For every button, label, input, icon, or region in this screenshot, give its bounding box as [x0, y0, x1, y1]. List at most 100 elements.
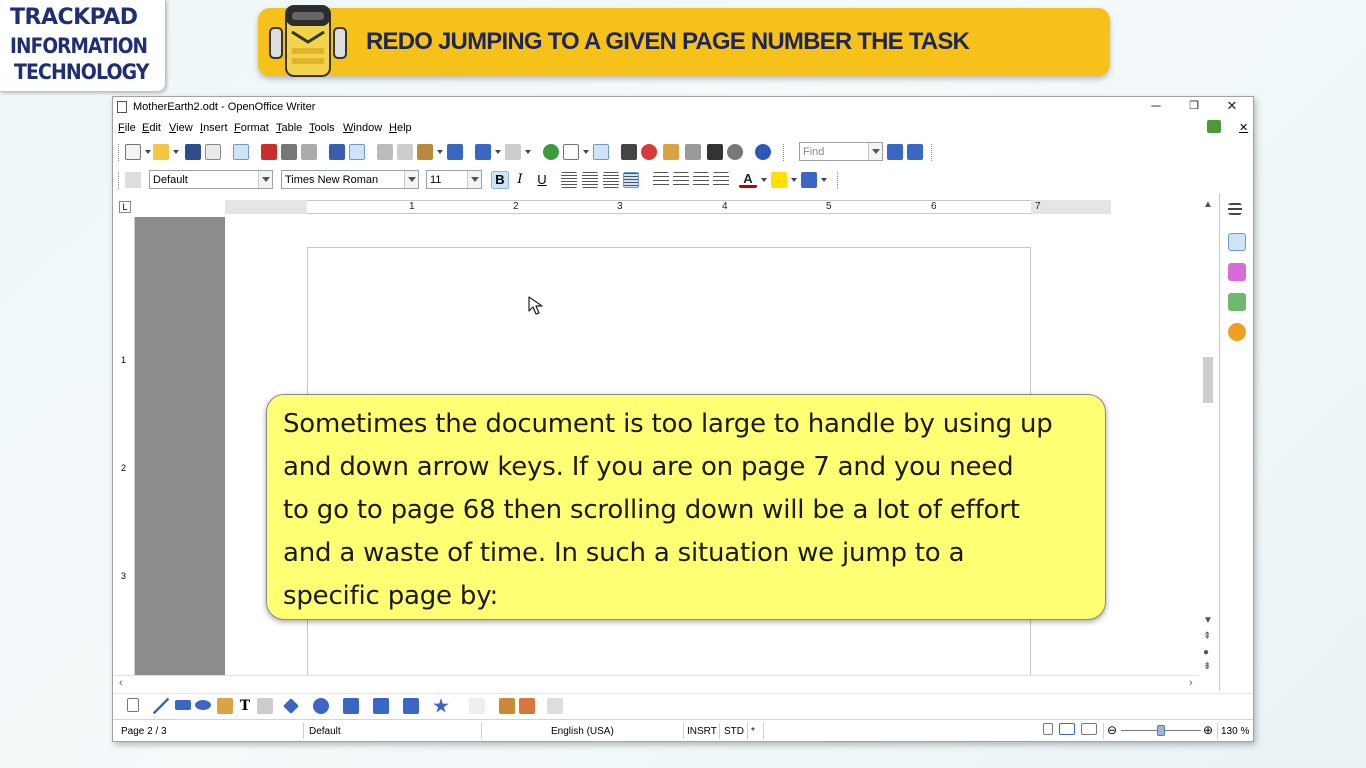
scroll-up-icon[interactable]: ▲: [1203, 199, 1213, 210]
font-color-button[interactable]: A: [739, 171, 757, 188]
size-dropdown-icon[interactable]: [467, 171, 481, 188]
rectangle-icon[interactable]: [175, 700, 191, 710]
page-number-status[interactable]: Page 2 / 3: [121, 726, 167, 737]
vertical-scroll-thumb[interactable]: [1203, 357, 1213, 403]
multi-page-view-icon[interactable]: [1059, 723, 1075, 735]
zoom-in-icon[interactable]: ⊕: [1203, 723, 1213, 737]
open-dropdown-icon[interactable]: [173, 150, 179, 154]
vertical-scrollbar[interactable]: ▲ ▼ ⇞ ● ⇟: [1199, 197, 1217, 675]
gallery-icon[interactable]: [663, 144, 679, 160]
extrusion-icon[interactable]: [547, 698, 563, 714]
callouts-icon[interactable]: [257, 698, 273, 714]
line-icon[interactable]: [153, 698, 169, 714]
numbering-icon[interactable]: [653, 172, 669, 188]
italic-button[interactable]: I: [511, 171, 529, 189]
redo-dropdown-icon[interactable]: [525, 150, 531, 154]
menu-format[interactable]: Format: [234, 122, 269, 134]
horizontal-ruler[interactable]: L 1 2 3 4 5 6 7: [113, 197, 1219, 217]
document-modified-status[interactable]: *: [751, 726, 755, 737]
show-draw-functions-icon[interactable]: [593, 144, 609, 160]
zoom-slider-handle[interactable]: [1157, 725, 1165, 736]
open-folder-icon[interactable]: [153, 144, 169, 160]
single-page-view-icon[interactable]: [1043, 723, 1053, 735]
previous-page-icon[interactable]: ⇞: [1203, 631, 1211, 642]
zoom-out-icon[interactable]: ⊖: [1107, 723, 1117, 737]
vertical-ruler[interactable]: 1 2 3: [113, 217, 135, 675]
find-previous-icon[interactable]: [907, 144, 923, 160]
sidebar-menu-icon[interactable]: [1228, 203, 1242, 215]
highlighting-dropdown-icon[interactable]: [791, 178, 797, 182]
minimize-button[interactable]: ─: [1139, 98, 1173, 116]
highlighting-icon[interactable]: [771, 172, 787, 188]
sidebar-navigator-icon[interactable]: [1228, 323, 1246, 341]
redo-icon[interactable]: [505, 144, 521, 160]
font-size-select[interactable]: 11: [426, 170, 482, 189]
page-style-status[interactable]: Default: [309, 726, 341, 737]
menu-file[interactable]: File: [118, 122, 136, 134]
table-dropdown-icon[interactable]: [583, 150, 589, 154]
horizontal-scrollbar[interactable]: ‹ ›: [113, 675, 1199, 691]
fontwork-icon[interactable]: [499, 698, 515, 714]
menu-table[interactable]: Table: [276, 122, 302, 134]
close-document-button[interactable]: ✕: [1239, 121, 1248, 134]
scroll-left-icon[interactable]: ‹: [119, 677, 123, 689]
hyperlink-icon[interactable]: [543, 144, 559, 160]
paragraph-style-select[interactable]: Default: [149, 170, 273, 189]
scroll-right-icon[interactable]: ›: [1189, 677, 1193, 689]
menu-edit[interactable]: Edit: [142, 122, 161, 134]
insert-mode-status[interactable]: INSRT: [687, 726, 717, 737]
print-icon[interactable]: [281, 144, 297, 160]
symbol-shapes-icon[interactable]: [313, 698, 329, 714]
help-icon[interactable]: [755, 144, 771, 160]
paste-icon[interactable]: [417, 144, 433, 160]
align-center-icon[interactable]: [582, 172, 598, 188]
cut-icon[interactable]: [377, 144, 393, 160]
select-icon[interactable]: [127, 698, 139, 712]
clone-formatting-icon[interactable]: [447, 144, 463, 160]
properties-icon[interactable]: [1228, 233, 1246, 251]
table-icon[interactable]: [563, 144, 579, 160]
justify-icon[interactable]: [623, 172, 639, 188]
font-color-dropdown-icon[interactable]: [761, 178, 767, 182]
selection-mode-status[interactable]: STD: [724, 726, 744, 737]
background-color-icon[interactable]: [801, 172, 817, 188]
bullets-icon[interactable]: [673, 172, 689, 188]
close-button[interactable]: ✕: [1215, 98, 1249, 116]
menu-insert[interactable]: Insert: [200, 122, 228, 134]
zoom-level-status[interactable]: 130 %: [1221, 726, 1249, 737]
sidebar-gallery-icon[interactable]: [1228, 293, 1246, 311]
basic-shapes-icon[interactable]: [283, 698, 299, 714]
points-icon[interactable]: [469, 698, 485, 714]
decrease-indent-icon[interactable]: [693, 172, 709, 188]
flowcharts-icon[interactable]: [373, 698, 389, 714]
book-view-icon[interactable]: [1081, 723, 1097, 735]
menu-help[interactable]: Help: [389, 122, 412, 134]
export-pdf-icon[interactable]: [261, 144, 277, 160]
update-icon[interactable]: [1207, 120, 1221, 133]
language-status[interactable]: English (USA): [551, 726, 614, 737]
menu-view[interactable]: View: [169, 122, 193, 134]
zoom-icon[interactable]: [727, 144, 743, 160]
restore-button[interactable]: ❐: [1177, 98, 1211, 116]
ellipse-icon[interactable]: [195, 700, 211, 710]
freeform-icon[interactable]: [217, 698, 233, 714]
find-next-icon[interactable]: [887, 144, 903, 160]
save-icon[interactable]: [185, 144, 201, 160]
scroll-down-icon[interactable]: ▼: [1203, 615, 1213, 626]
background-color-dropdown-icon[interactable]: [821, 178, 827, 182]
font-name-select[interactable]: Times New Roman: [281, 170, 419, 189]
email-icon[interactable]: [205, 144, 221, 160]
align-right-icon[interactable]: [603, 172, 619, 188]
find-dropdown-icon[interactable]: [868, 143, 882, 160]
copy-icon[interactable]: [397, 144, 413, 160]
tab-stop-type-button[interactable]: L: [119, 201, 131, 213]
autospellcheck-icon[interactable]: [349, 144, 365, 160]
menu-tools[interactable]: Tools: [309, 122, 335, 134]
data-sources-icon[interactable]: [685, 144, 701, 160]
paste-dropdown-icon[interactable]: [437, 150, 443, 154]
bold-button[interactable]: B: [491, 171, 509, 189]
new-dropdown-icon[interactable]: [145, 150, 151, 154]
underline-button[interactable]: U: [533, 171, 551, 189]
navigation-icon[interactable]: ●: [1203, 647, 1209, 658]
menu-window[interactable]: Window: [343, 122, 382, 134]
